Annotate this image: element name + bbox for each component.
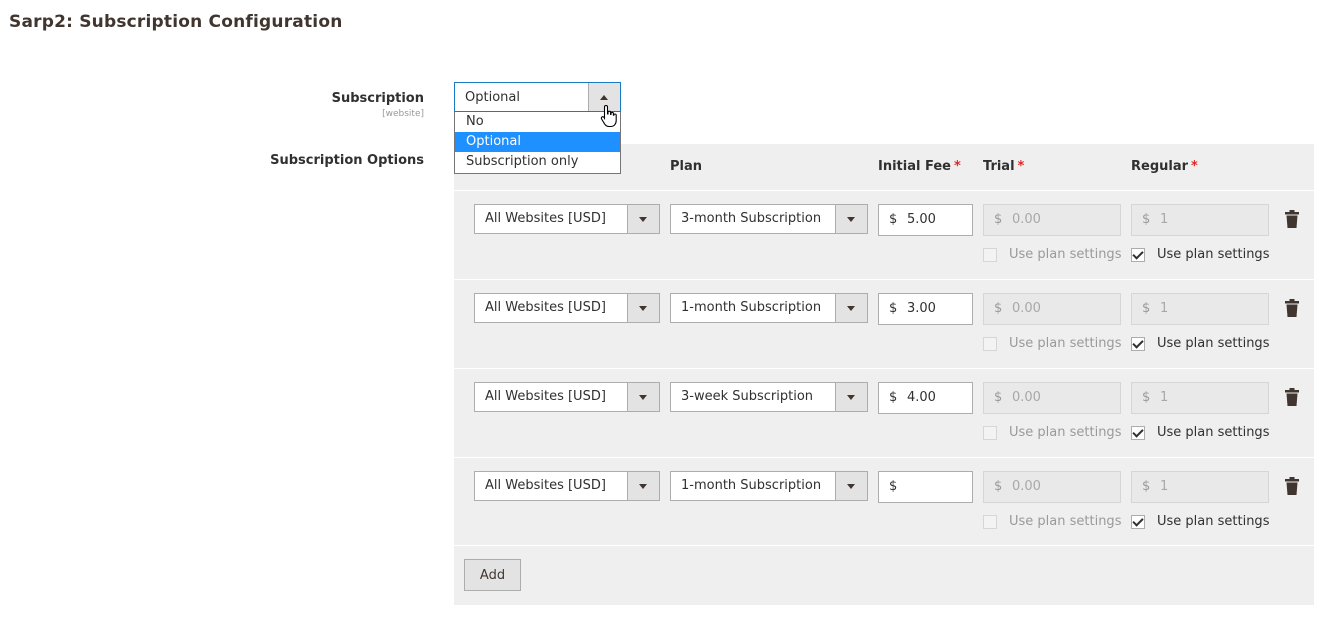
initial-fee-input[interactable]: $ 5.00	[878, 204, 973, 236]
website-select[interactable]: All Websites [USD]	[474, 382, 660, 412]
regular-price-input: $ 1	[1131, 204, 1269, 236]
trial-use-plan-checkbox	[983, 248, 997, 262]
trial-use-plan-label: Use plan settings	[1009, 514, 1122, 529]
trash-icon[interactable]	[1285, 210, 1299, 228]
chevron-down-icon	[847, 217, 855, 222]
subscription-select-value: Optional	[465, 90, 520, 105]
trial-use-plan-checkbox	[983, 426, 997, 440]
website-select[interactable]: All Websites [USD]	[474, 471, 660, 501]
trial-use-plan-checkbox	[983, 337, 997, 351]
chevron-down-icon	[639, 395, 647, 400]
column-header-regular: Regular *	[1131, 159, 1198, 174]
row-divider	[454, 545, 1314, 546]
table-row: All Websites [USD] 1-month Subscription …	[454, 457, 1314, 546]
add-button[interactable]: Add	[464, 559, 521, 591]
regular-use-plan-checkbox[interactable]	[1131, 426, 1145, 440]
chevron-up-icon	[600, 95, 608, 100]
chevron-down-icon	[847, 306, 855, 311]
table-row: All Websites [USD] 3-month Subscription …	[454, 190, 1314, 279]
regular-use-plan-checkbox[interactable]	[1131, 248, 1145, 262]
trial-price-input: $ 0.00	[983, 382, 1121, 414]
subscription-dropdown-list: No Optional Subscription only	[454, 112, 621, 174]
subscription-label: Subscription	[331, 91, 424, 106]
regular-price-input: $ 1	[1131, 471, 1269, 503]
column-header-plan: Plan	[670, 159, 703, 174]
subscription-select[interactable]: Optional	[454, 82, 621, 112]
trash-icon[interactable]	[1285, 477, 1299, 495]
plan-select[interactable]: 1-month Subscription	[670, 293, 868, 323]
regular-use-plan-checkbox[interactable]	[1131, 337, 1145, 351]
chevron-down-icon	[639, 217, 647, 222]
table-row: All Websites [USD] 3-week Subscription $…	[454, 368, 1314, 457]
subscription-options-table: Plan Initial Fee * Trial * Regular * All We…	[454, 144, 1314, 605]
regular-price-input: $ 1	[1131, 293, 1269, 325]
trial-price-input: $ 0.00	[983, 293, 1121, 325]
required-mark: *	[1017, 159, 1025, 174]
column-header-initial-fee: Initial Fee *	[878, 159, 961, 174]
chevron-down-icon	[847, 395, 855, 400]
required-mark: *	[953, 159, 961, 174]
regular-use-plan-label[interactable]: Use plan settings	[1157, 514, 1269, 529]
subscription-options-label: Subscription Options	[270, 153, 424, 168]
chevron-down-icon	[639, 306, 647, 311]
hand-pointer-icon	[600, 104, 617, 128]
regular-use-plan-label[interactable]: Use plan settings	[1157, 336, 1269, 351]
plan-select[interactable]: 1-month Subscription	[670, 471, 868, 501]
trash-icon[interactable]	[1285, 299, 1299, 317]
initial-fee-input[interactable]: $ 3.00	[878, 293, 973, 325]
trial-use-plan-checkbox	[983, 515, 997, 529]
table-row: All Websites [USD] 1-month Subscription …	[454, 279, 1314, 368]
required-mark: *	[1191, 159, 1198, 174]
chevron-down-icon	[639, 484, 647, 489]
plan-select[interactable]: 3-month Subscription	[670, 204, 868, 234]
column-header-trial: Trial *	[983, 159, 1025, 174]
chevron-down-icon	[847, 484, 855, 489]
initial-fee-input[interactable]: $	[878, 471, 973, 503]
trash-icon[interactable]	[1285, 388, 1299, 406]
dropdown-option-no[interactable]: No	[455, 112, 620, 132]
page-title: Sarp2: Subscription Configuration	[9, 12, 343, 32]
plan-select[interactable]: 3-week Subscription	[670, 382, 868, 412]
regular-price-input: $ 1	[1131, 382, 1269, 414]
trial-use-plan-label: Use plan settings	[1009, 336, 1122, 351]
dropdown-option-optional[interactable]: Optional	[455, 132, 620, 152]
regular-use-plan-label[interactable]: Use plan settings	[1157, 425, 1269, 440]
page: Sarp2: Subscription Configuration Subscr…	[0, 0, 1337, 620]
regular-use-plan-checkbox[interactable]	[1131, 515, 1145, 529]
website-select[interactable]: All Websites [USD]	[474, 204, 660, 234]
regular-use-plan-label[interactable]: Use plan settings	[1157, 247, 1269, 262]
trial-price-input: $ 0.00	[983, 204, 1121, 236]
website-select[interactable]: All Websites [USD]	[474, 293, 660, 323]
dropdown-option-subscription-only[interactable]: Subscription only	[455, 152, 620, 172]
initial-fee-input[interactable]: $ 4.00	[878, 382, 973, 414]
trial-use-plan-label: Use plan settings	[1009, 247, 1122, 262]
trial-price-input: $ 0.00	[983, 471, 1121, 503]
subscription-scope-label: [website]	[382, 109, 424, 119]
trial-use-plan-label: Use plan settings	[1009, 425, 1122, 440]
